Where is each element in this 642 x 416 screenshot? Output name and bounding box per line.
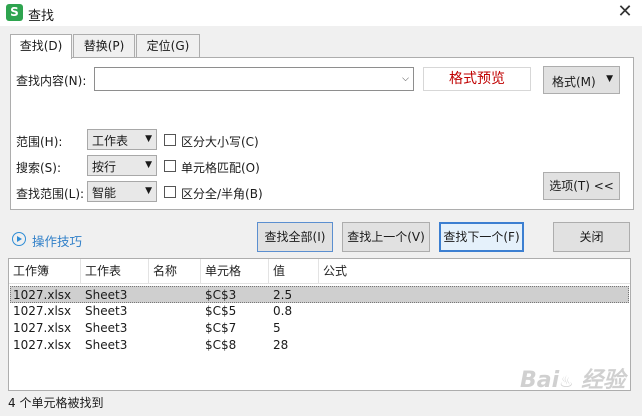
column-header-cell[interactable]: 单元格 bbox=[201, 259, 269, 284]
column-header-sheet[interactable]: 工作表 bbox=[81, 259, 149, 284]
cell-sheet: Sheet3 bbox=[85, 321, 128, 335]
cell-address: $C$8 bbox=[205, 338, 237, 352]
range-select[interactable]: 智能 ▼ bbox=[87, 181, 157, 202]
watermark-logo: Bai♨ 经验 bbox=[520, 368, 626, 393]
column-header-workbook[interactable]: 工作簿 bbox=[9, 259, 81, 284]
cell-workbook: 1027.xlsx bbox=[13, 288, 72, 302]
cell-address: $C$5 bbox=[205, 304, 237, 318]
scope-label: 范围(H): bbox=[16, 135, 63, 149]
format-button-label: 格式(M) bbox=[552, 75, 596, 89]
column-header-name[interactable]: 名称 bbox=[149, 259, 201, 284]
caret-down-icon: ▼ bbox=[145, 134, 152, 144]
match-cell-label: 单元格匹配(O) bbox=[181, 161, 260, 175]
find-content-label: 查找内容(N): bbox=[16, 74, 87, 88]
tab-find[interactable]: 查找(D) bbox=[10, 34, 72, 59]
table-row[interactable]: 1027.xlsx Sheet3 $C$7 5 bbox=[10, 320, 629, 337]
find-prev-button[interactable]: 查找上一个(V) bbox=[342, 222, 430, 252]
cell-sheet: Sheet3 bbox=[85, 288, 128, 302]
cell-value: 5 bbox=[273, 321, 281, 335]
format-preview: 格式预览 bbox=[423, 67, 531, 91]
cell-workbook: 1027.xlsx bbox=[13, 321, 72, 335]
tab-replace[interactable]: 替换(P) bbox=[73, 34, 135, 58]
match-case-label: 区分大小写(C) bbox=[181, 135, 259, 149]
cell-sheet: Sheet3 bbox=[85, 304, 128, 318]
play-icon bbox=[12, 232, 26, 246]
match-case-checkbox[interactable] bbox=[164, 134, 176, 146]
chevron-down-icon[interactable]: ⌵ bbox=[402, 74, 409, 84]
caret-down-icon: ▼ bbox=[145, 186, 152, 196]
match-cell-checkbox[interactable] bbox=[164, 160, 176, 172]
cell-address: $C$3 bbox=[205, 288, 237, 302]
tips-link[interactable]: 操作技巧 bbox=[32, 231, 82, 250]
search-select[interactable]: 按行 ▼ bbox=[87, 155, 157, 176]
cell-value: 0.8 bbox=[273, 304, 293, 318]
title-bar bbox=[0, 0, 642, 26]
match-width-checkbox[interactable] bbox=[164, 186, 176, 198]
table-row[interactable]: 1027.xlsx Sheet3 $C$5 0.8 bbox=[10, 303, 629, 320]
caret-down-icon: ▼ bbox=[145, 160, 152, 170]
find-content-input[interactable]: ⌵ bbox=[94, 67, 414, 91]
scope-value: 工作表 bbox=[92, 134, 129, 148]
search-value: 按行 bbox=[92, 160, 117, 174]
options-button[interactable]: 选项(T) << bbox=[543, 172, 620, 200]
cell-sheet: Sheet3 bbox=[85, 338, 128, 352]
scope-select[interactable]: 工作表 ▼ bbox=[87, 129, 157, 150]
caret-down-icon: ▼ bbox=[606, 74, 613, 84]
cell-address: $C$7 bbox=[205, 321, 237, 335]
tab-goto[interactable]: 定位(G) bbox=[136, 34, 200, 58]
range-value: 智能 bbox=[92, 186, 117, 200]
column-header-value[interactable]: 值 bbox=[269, 259, 319, 284]
range-label: 查找范围(L): bbox=[16, 187, 85, 201]
format-button[interactable]: 格式(M) ▼ bbox=[543, 66, 620, 94]
cell-workbook: 1027.xlsx bbox=[13, 304, 72, 318]
match-width-label: 区分全/半角(B) bbox=[181, 187, 263, 201]
table-row[interactable]: 1027.xlsx Sheet3 $C$3 2.5 bbox=[10, 286, 629, 303]
close-button[interactable]: 关闭 bbox=[553, 222, 630, 252]
app-icon: S bbox=[6, 4, 23, 21]
search-label: 搜索(S): bbox=[16, 161, 62, 175]
status-text: 4 个单元格被找到 bbox=[8, 396, 104, 410]
find-all-button[interactable]: 查找全部(I) bbox=[257, 222, 333, 252]
cell-value: 28 bbox=[273, 338, 289, 352]
column-header-formula[interactable]: 公式 bbox=[319, 259, 630, 284]
close-icon[interactable]: ✕ bbox=[612, 1, 638, 25]
cell-workbook: 1027.xlsx bbox=[13, 338, 72, 352]
cell-value: 2.5 bbox=[273, 288, 293, 302]
find-next-button[interactable]: 查找下一个(F) bbox=[439, 222, 524, 252]
window-title: 查找 bbox=[28, 9, 55, 24]
table-row[interactable]: 1027.xlsx Sheet3 $C$8 28 bbox=[10, 337, 629, 354]
